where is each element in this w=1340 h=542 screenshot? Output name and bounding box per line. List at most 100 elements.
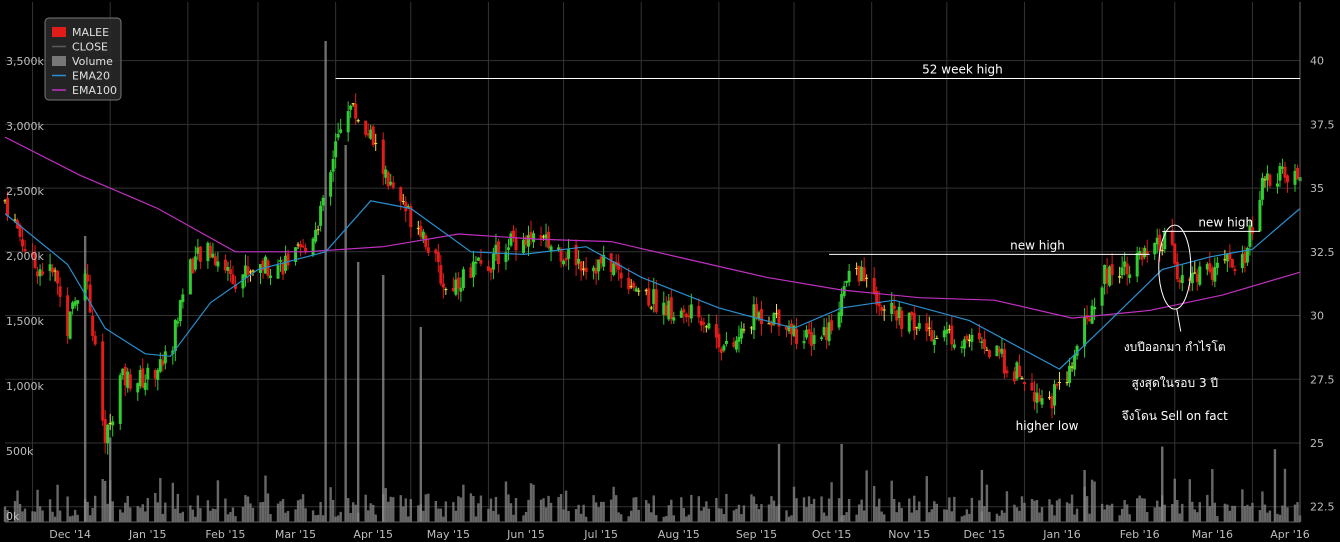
volume-bar [369, 503, 372, 522]
volume-bar [1138, 495, 1141, 522]
volume-bar [795, 498, 798, 522]
volume-bar [269, 514, 272, 522]
volume-bar [454, 510, 458, 522]
volume-bar [1273, 449, 1277, 522]
volume-bar [928, 512, 931, 522]
legend-swatch [52, 56, 66, 66]
volume-bar [367, 510, 370, 522]
volume-bar [785, 510, 788, 522]
volume-bar [507, 494, 510, 522]
volume-bar [725, 493, 728, 522]
price-tick-label: 37.5 [1310, 118, 1335, 131]
volume-bar [226, 514, 230, 522]
candle-body [1005, 370, 1009, 374]
candle-body [647, 288, 651, 306]
volume-bar [1085, 496, 1089, 522]
volume-bar [547, 495, 550, 522]
volume-bar [980, 470, 984, 522]
candle-body [892, 305, 896, 310]
candle-body [1190, 272, 1194, 284]
volume-bar [1248, 506, 1252, 522]
volume-bar [121, 512, 124, 522]
candle-body [795, 328, 799, 344]
volume-bar [900, 508, 903, 522]
volume-bar [489, 498, 493, 522]
candle-body [1017, 365, 1021, 378]
volume-bar [119, 509, 122, 522]
candle-body [842, 286, 846, 296]
volume-bar [1068, 503, 1071, 522]
volume-tick-label: 3,500k [6, 55, 44, 68]
volume-bar [740, 514, 743, 522]
candle-body [1233, 269, 1237, 272]
candle-body [461, 269, 465, 289]
volume-bar [364, 494, 367, 522]
volume-bar [324, 41, 327, 522]
volume-bar [1135, 498, 1139, 522]
volume-bar [334, 516, 337, 522]
volume-bar [1013, 504, 1016, 522]
candle-body [1285, 175, 1289, 183]
candle-body [511, 230, 515, 238]
price-tick-label: 40 [1310, 55, 1324, 68]
x-tick-label: Jan '15 [128, 528, 166, 541]
volume-bar [444, 501, 448, 522]
candle-body [424, 235, 428, 248]
volume-bar [787, 516, 791, 522]
volume-bar [1120, 508, 1124, 522]
candle-body [41, 271, 45, 275]
candle-body [439, 265, 443, 284]
volume-bar [875, 506, 878, 522]
volume-tick-label: 2,000k [6, 250, 44, 263]
volume-bar [827, 498, 831, 522]
volume-bar [717, 508, 721, 522]
volume-bar [855, 514, 858, 522]
volume-bar [948, 497, 951, 522]
volume-bar [58, 510, 62, 522]
candle-body [619, 272, 623, 279]
volume-bar [602, 501, 605, 522]
candle-body [269, 275, 273, 278]
volume-bar [351, 502, 355, 522]
candle-body [68, 311, 72, 339]
volume-bar [557, 497, 560, 522]
volume-bar [1263, 504, 1267, 522]
volume-bar [670, 499, 673, 522]
volume-bar [898, 502, 901, 522]
volume-bar [652, 495, 655, 522]
volume-bar [101, 479, 104, 522]
volume-bar [752, 496, 756, 522]
candle-body [724, 340, 728, 344]
volume-bar [564, 490, 568, 522]
x-tick-label: Apr '15 [353, 528, 393, 541]
volume-bar [1073, 514, 1076, 522]
volume-bar [1090, 479, 1094, 522]
candle-body [441, 283, 445, 288]
candle-body [840, 294, 844, 316]
volume-bar [802, 497, 806, 522]
volume-bar [732, 510, 736, 522]
volume-bar [279, 501, 282, 522]
candle-body [759, 308, 763, 325]
volume-bar [1281, 505, 1284, 522]
volume-bar [1083, 470, 1086, 522]
candle-body [882, 309, 886, 311]
volume-bar [872, 485, 876, 522]
legend-label: EMA100 [72, 84, 117, 97]
volume-bar [524, 511, 528, 522]
volume-bar [1038, 512, 1041, 522]
volume-bar [1258, 510, 1262, 522]
candle-body [128, 374, 132, 389]
volume-bar [1103, 509, 1106, 522]
volume-bar [1261, 491, 1264, 522]
candle-body [93, 335, 97, 345]
price-tick-label: 22.5 [1310, 501, 1335, 514]
volume-bar [156, 502, 159, 522]
volume-bar [196, 495, 200, 522]
volume-bar [194, 516, 197, 522]
volume-bar [106, 503, 109, 522]
volume-bar [86, 501, 89, 522]
candle-body [1020, 377, 1024, 380]
volume-bar [655, 515, 658, 522]
candle-body [399, 187, 403, 202]
